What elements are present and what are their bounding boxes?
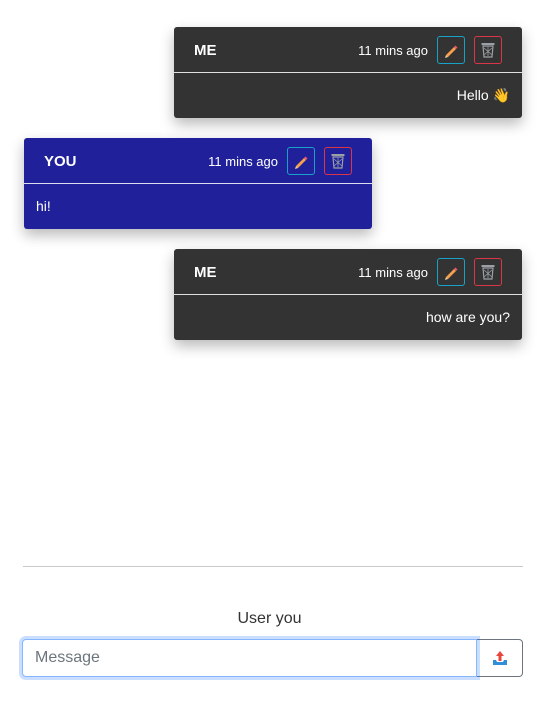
edit-button[interactable] [287,147,315,175]
message-body: how are you? [174,295,522,340]
message-sender: YOU [44,153,77,170]
message-card: ME 11 mins ago Hello 👋 [174,27,522,118]
message-text: Hello 👋 [456,87,510,103]
send-button[interactable] [477,639,523,677]
message-sender: ME [194,42,217,59]
message-header: ME 11 mins ago [174,27,522,73]
message-sender: ME [194,264,217,281]
trash-icon [481,265,495,280]
message-card: YOU 11 mins ago hi! [24,138,372,229]
delete-button[interactable] [324,147,352,175]
edit-button[interactable] [437,258,465,286]
delete-button[interactable] [474,36,502,64]
message-text: hi! [36,198,51,214]
divider [23,566,523,567]
message-body: hi! [24,184,372,229]
pencil-icon [445,267,458,280]
message-body: Hello 👋 [174,73,522,118]
edit-button[interactable] [437,36,465,64]
send-icon [492,651,507,665]
message-text: how are you? [425,309,510,325]
message-input[interactable] [22,639,477,677]
message-time: 11 mins ago [358,42,428,58]
message-header: ME 11 mins ago [174,249,522,295]
trash-icon [331,154,345,169]
message-card: ME 11 mins ago how are you? [174,249,522,340]
delete-button[interactable] [474,258,502,286]
message-header: YOU 11 mins ago [24,138,372,184]
pencil-icon [295,156,308,169]
pencil-icon [445,45,458,58]
trash-icon [481,43,495,58]
message-composer [22,639,523,677]
message-time: 11 mins ago [358,264,428,280]
message-time: 11 mins ago [208,153,278,169]
current-user-label: User you [237,610,302,627]
